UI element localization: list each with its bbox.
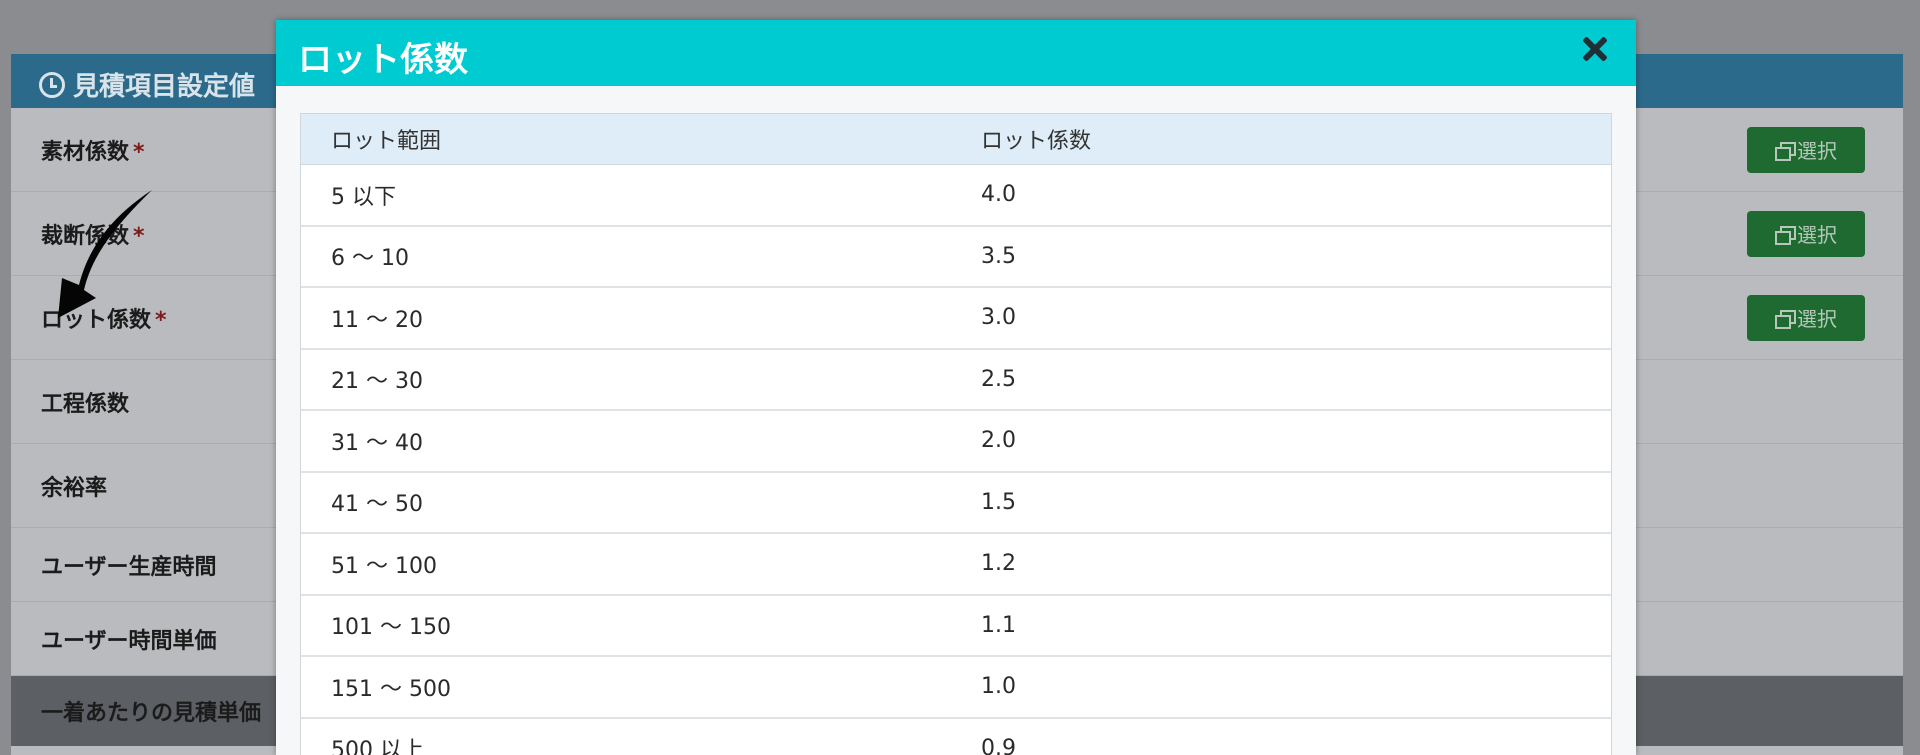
- select-button[interactable]: 選択: [1747, 294, 1865, 341]
- lot-range-cell: 500 以上: [301, 717, 951, 755]
- row-label: 工程係数: [41, 391, 130, 417]
- table-row[interactable]: 151 〜 500 1.0: [301, 656, 1611, 719]
- select-button[interactable]: 選択: [1747, 126, 1865, 173]
- lot-coefficient-cell: 3.5: [951, 225, 1611, 288]
- table-row[interactable]: 31 〜 40 2.0: [301, 410, 1611, 473]
- lot-coefficient-cell: 1.5: [951, 471, 1611, 534]
- panel-title-text: 見積項目設定値: [73, 72, 256, 102]
- arrow-annotation-icon: [58, 190, 152, 318]
- row-label: 一着あたりの見積単価: [41, 701, 262, 726]
- table-row[interactable]: 11 〜 20 3.0: [301, 287, 1611, 350]
- table-row[interactable]: 500 以上 0.9: [301, 717, 1611, 755]
- row-label: ユーザー時間単価: [41, 628, 217, 654]
- row-label: ユーザー生産時間: [41, 554, 217, 580]
- lot-table-container: ロット範囲 ロット係数 5 以下 4.0 6 〜 10 3.5 11 〜 20 3.0…: [300, 113, 1612, 755]
- select-button[interactable]: 選択: [1747, 210, 1865, 257]
- row-label: 素材係数 *: [41, 139, 145, 165]
- panel-title: 見積項目設定値: [39, 66, 255, 103]
- table-row[interactable]: 101 〜 150 1.1: [301, 594, 1611, 657]
- lot-range-cell: 6 〜 10: [301, 225, 951, 288]
- table-row[interactable]: 21 〜 30 2.5: [301, 348, 1611, 411]
- table-row[interactable]: 51 〜 100 1.2: [301, 533, 1611, 596]
- required-mark: *: [133, 139, 145, 165]
- close-icon[interactable]: [1580, 34, 1610, 64]
- lot-range-cell: 11 〜 20: [301, 287, 951, 350]
- lot-coefficient-cell: 3.0: [951, 287, 1611, 350]
- lot-range-cell: 5 以下: [301, 164, 951, 227]
- table-row[interactable]: 41 〜 50 1.5: [301, 471, 1611, 534]
- lot-range-cell: 101 〜 150: [301, 594, 951, 657]
- lot-range-cell: 21 〜 30: [301, 348, 951, 411]
- lot-coefficient-modal: ロット係数 ロット範囲 ロット係数 5 以下 4.0 6 〜 10 3.5 11 〜…: [276, 20, 1636, 755]
- window-icon: [1775, 225, 1796, 245]
- modal-title: ロット係数: [298, 40, 468, 80]
- column-header-lot-range: ロット範囲: [301, 114, 951, 165]
- window-icon: [1775, 141, 1796, 161]
- clock-icon: [39, 71, 65, 98]
- lot-range-cell: 41 〜 50: [301, 471, 951, 534]
- lot-coefficient-cell: 1.2: [951, 533, 1611, 596]
- lot-coefficient-cell: 2.5: [951, 348, 1611, 411]
- lot-range-cell: 31 〜 40: [301, 410, 951, 473]
- row-label: 余裕率: [41, 475, 108, 501]
- lot-table: ロット範囲 ロット係数 5 以下 4.0 6 〜 10 3.5 11 〜 20 3.0…: [301, 114, 1611, 755]
- lot-coefficient-cell: 0.9: [951, 717, 1611, 755]
- column-header-lot-coefficient: ロット係数: [951, 114, 1611, 165]
- window-icon: [1775, 309, 1796, 329]
- lot-coefficient-cell: 1.1: [951, 594, 1611, 657]
- table-header-row: ロット範囲 ロット係数: [301, 114, 1611, 165]
- table-row[interactable]: 6 〜 10 3.5: [301, 225, 1611, 288]
- modal-header: ロット係数: [276, 20, 1636, 86]
- table-row[interactable]: 5 以下 4.0: [301, 164, 1611, 227]
- lot-range-cell: 151 〜 500: [301, 656, 951, 719]
- lot-coefficient-cell: 1.0: [951, 656, 1611, 719]
- lot-coefficient-cell: 4.0: [951, 164, 1611, 227]
- lot-coefficient-cell: 2.0: [951, 410, 1611, 473]
- lot-range-cell: 51 〜 100: [301, 533, 951, 596]
